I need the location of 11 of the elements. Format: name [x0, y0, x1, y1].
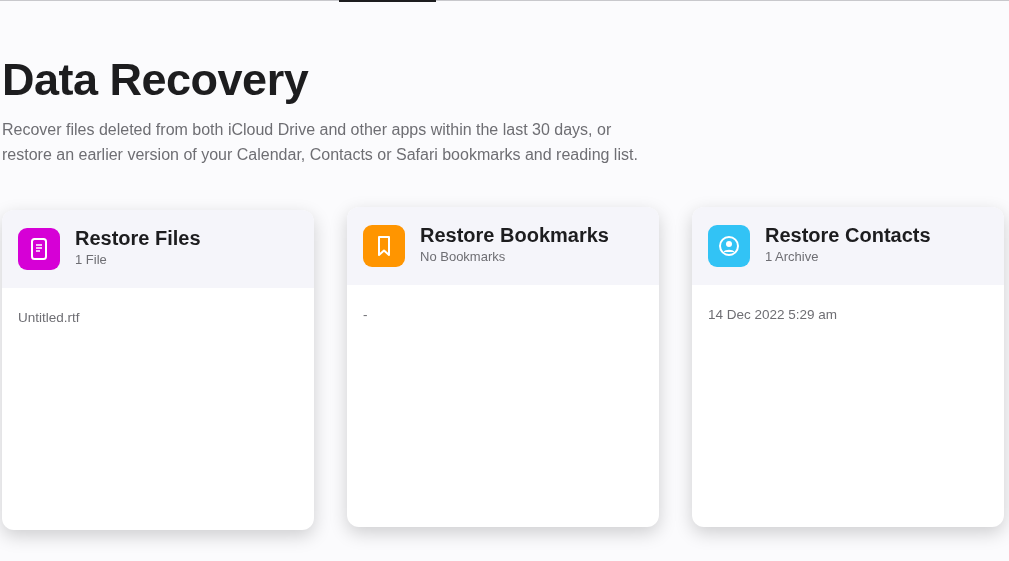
- card-entry[interactable]: Untitled.rtf: [18, 309, 80, 325]
- page-description: Recover files deleted from both iCloud Drive and other apps within the last 30 days, or restore an earlier version of your Calendar, Contacts or Safari bookmarks and reading list.: [2, 119, 639, 165]
- card-subtitle: 1 Archive: [765, 248, 820, 267]
- card-subtitle: 1 File: [75, 251, 108, 270]
- card-title[interactable]: Restore Files: [75, 227, 201, 251]
- card-entry[interactable]: 14 Dec 2022 5:29 am: [708, 306, 838, 322]
- card-title[interactable]: Restore Contacts: [765, 224, 931, 248]
- card-entry[interactable]: -: [363, 306, 368, 322]
- page-title: Data Recovery: [2, 55, 310, 105]
- card-subtitle: No Bookmarks: [420, 248, 507, 267]
- card-title[interactable]: Restore Bookmarks: [420, 224, 609, 248]
